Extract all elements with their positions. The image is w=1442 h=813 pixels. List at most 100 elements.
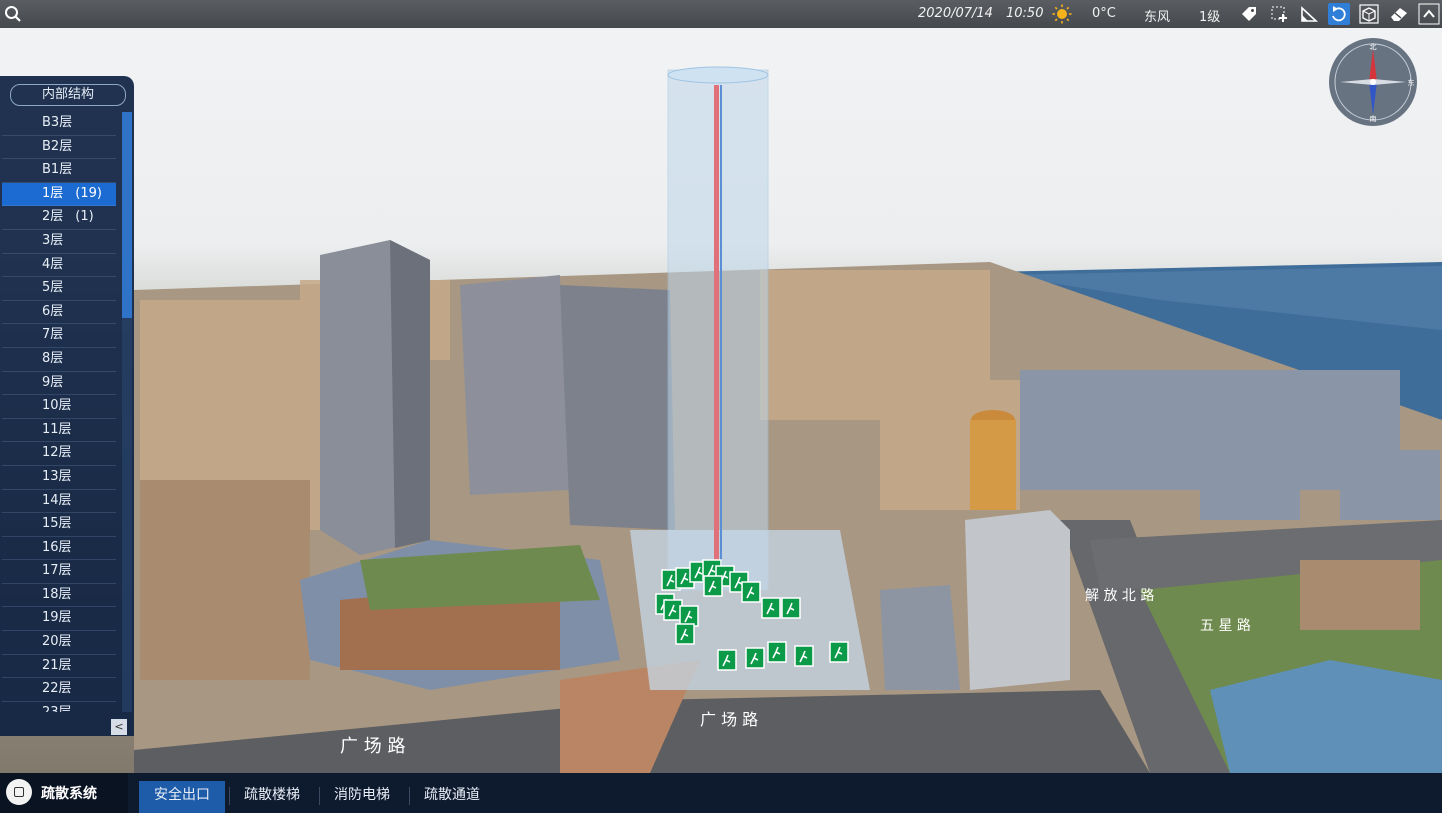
floor-scrollbar[interactable] <box>122 112 132 712</box>
floor-item[interactable]: 23层 <box>2 702 116 712</box>
collapse-up-icon[interactable] <box>1418 3 1440 25</box>
exit-sign-icon[interactable] <box>717 649 737 671</box>
floor-label: 13层 <box>42 468 72 484</box>
floor-label: 4层 <box>42 256 64 272</box>
floor-label: 5层 <box>42 280 64 296</box>
floor-exit-count: (19) <box>75 185 102 201</box>
wind-direction-display: 东风 <box>1144 10 1171 25</box>
floor-structure-panel: 内部结构 B3层 B2层 B1层 1层 (19) 2层 (1) 3层 4层 5层 6层 7层 8层 9层 1… <box>0 76 134 736</box>
sun-icon <box>1052 4 1072 24</box>
floor-item[interactable]: 1层 (19) <box>2 182 116 207</box>
exit-sign-icon[interactable] <box>767 641 787 663</box>
floor-item[interactable]: 21层 <box>2 655 116 679</box>
floor-label: 19层 <box>42 610 72 626</box>
floor-item[interactable]: 9层 <box>2 372 116 396</box>
floor-scrollbar-thumb[interactable] <box>122 112 132 318</box>
time-display: 10:50 <box>1006 6 1044 21</box>
floor-label: 1层 <box>42 185 64 201</box>
exit-sign-icon[interactable] <box>829 641 849 663</box>
temperature-display: 0°C <box>1092 6 1116 21</box>
tab-evacuation-passage[interactable]: 疏散通道 <box>409 781 495 813</box>
compass-widget[interactable]: 北 东 南 <box>1328 37 1418 127</box>
floor-label: 20层 <box>42 634 72 650</box>
floor-label: B3层 <box>42 115 73 130</box>
floor-label: 8层 <box>42 350 64 366</box>
floor-item[interactable]: 6层 <box>2 301 116 325</box>
top-toolbar: 2020/07/14 10:50 0°C 东风 1级 <box>0 0 1442 28</box>
system-badge: 疏散系统 <box>0 773 128 813</box>
exit-sign-icon[interactable] <box>741 581 761 603</box>
search-icon[interactable] <box>4 5 22 23</box>
floor-exit-count: (1) <box>75 209 94 225</box>
floor-item[interactable]: 17层 <box>2 560 116 584</box>
floor-label: 23层 <box>42 705 72 712</box>
floor-label: 18层 <box>42 586 72 602</box>
floor-item[interactable]: 16层 <box>2 537 116 561</box>
floor-item[interactable]: 2层 (1) <box>2 206 116 230</box>
floor-label: 12层 <box>42 445 72 461</box>
floor-item[interactable]: 18层 <box>2 584 116 608</box>
compass-north-label: 北 <box>1370 43 1377 51</box>
floor-label: 6层 <box>42 303 64 319</box>
floor-item[interactable]: 13层 <box>2 466 116 490</box>
floor-item[interactable]: 3层 <box>2 230 116 254</box>
floor-label: B1层 <box>42 162 73 178</box>
tab-safety-exit[interactable]: 安全出口 <box>139 781 225 813</box>
floor-label: 17层 <box>42 563 72 579</box>
measure-angle-icon[interactable] <box>1298 3 1320 25</box>
tab-evacuation-stairs[interactable]: 疏散楼梯 <box>229 781 315 813</box>
floor-label: 21层 <box>42 657 72 673</box>
floor-item[interactable]: 22层 <box>2 678 116 702</box>
floor-item[interactable]: B2层 <box>2 136 116 160</box>
floor-label: 22层 <box>42 681 72 697</box>
exit-sign-icon[interactable] <box>781 597 801 619</box>
floor-item[interactable]: B3层 <box>2 112 116 136</box>
tag-icon[interactable] <box>1238 3 1260 25</box>
floor-item[interactable]: 10层 <box>2 395 116 419</box>
panel-title[interactable]: 内部结构 <box>10 84 126 106</box>
panel-collapse-button[interactable]: < <box>111 719 127 735</box>
system-label: 疏散系统 <box>41 786 97 802</box>
floor-item[interactable]: 11层 <box>2 419 116 443</box>
compass-east-label: 东 <box>1408 78 1415 87</box>
floor-label: 11层 <box>42 421 72 437</box>
floor-item[interactable]: 20层 <box>2 631 116 655</box>
date-display: 2020/07/14 <box>918 6 993 21</box>
3d-city-scene[interactable]: 广 场 路 广 场 路 解 放 北 路 五 星 路 <box>0 0 1442 813</box>
floor-item[interactable]: 4层 <box>2 254 116 278</box>
floor-label: 3层 <box>42 232 64 248</box>
tab-fire-elevator[interactable]: 消防电梯 <box>319 781 405 813</box>
compass-south-label: 南 <box>1370 114 1377 123</box>
floor-label: 7层 <box>42 327 64 343</box>
floor-item[interactable]: 19层 <box>2 607 116 632</box>
exit-sign-icon[interactable] <box>761 597 781 619</box>
floor-item[interactable]: 7层 <box>2 324 116 348</box>
system-toggle-icon[interactable] <box>6 779 32 805</box>
floor-item[interactable]: B1层 <box>2 159 116 183</box>
wind-level-display: 1级 <box>1199 10 1221 25</box>
floor-list[interactable]: B3层 B2层 B1层 1层 (19) 2层 (1) 3层 4层 5层 6层 7层 8层 9层 10层 11层… <box>0 112 122 712</box>
exit-marker-layer <box>655 559 849 671</box>
floor-item[interactable]: 12层 <box>2 442 116 466</box>
floor-item[interactable]: 5层 <box>2 277 116 301</box>
exit-sign-icon[interactable] <box>675 623 695 645</box>
floor-label: 10层 <box>42 398 72 414</box>
bottom-nav-bar: 疏散系统 安全出口 疏散楼梯 消防电梯 疏散通道 <box>0 773 1442 813</box>
exit-sign-icon[interactable] <box>794 645 814 667</box>
floor-item[interactable]: 15层 <box>2 513 116 537</box>
floor-label: 14层 <box>42 492 72 508</box>
floor-item[interactable]: 14层 <box>2 490 116 514</box>
exit-sign-icon[interactable] <box>703 575 723 597</box>
exit-sign-icon[interactable] <box>745 647 765 669</box>
floor-item[interactable]: 8层 <box>2 348 116 372</box>
exit-sign-icon[interactable] <box>679 605 699 627</box>
floor-label: 16层 <box>42 539 72 555</box>
floor-label: 15层 <box>42 516 72 532</box>
floor-label: 2层 <box>42 209 64 225</box>
floor-label: 9层 <box>42 374 64 390</box>
add-point-icon[interactable] <box>1268 3 1290 25</box>
rotate-icon[interactable] <box>1328 3 1350 25</box>
eraser-icon[interactable] <box>1388 3 1410 25</box>
floor-label: B2层 <box>42 138 73 154</box>
cube-view-icon[interactable] <box>1358 3 1380 25</box>
